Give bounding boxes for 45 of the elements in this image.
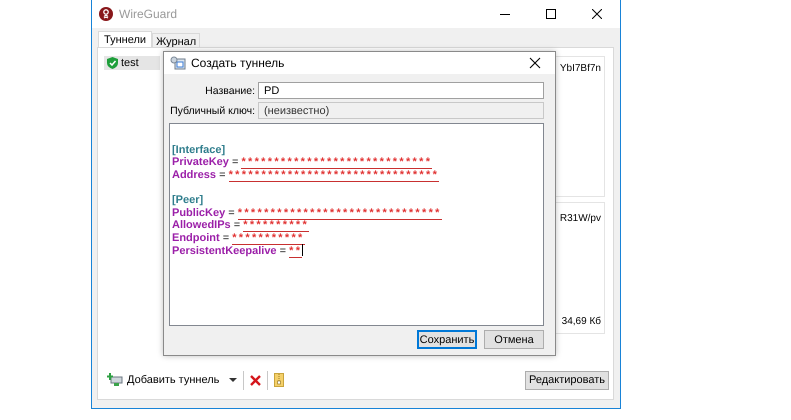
zip-file-icon[interactable] (274, 373, 284, 387)
detail-text: 34,69 Кб (562, 316, 601, 327)
equals-sign: = (219, 168, 226, 181)
config-key: Endpoint (172, 232, 220, 244)
equals-sign: = (280, 245, 286, 258)
config-value: ********** (243, 219, 310, 232)
delete-icon[interactable] (250, 374, 262, 386)
app-logo-icon (99, 7, 113, 21)
config-value: ***************************** (241, 156, 432, 170)
name-field[interactable]: PD (258, 82, 544, 99)
field-label: Публичный ключ: (169, 104, 256, 116)
window-title: WireGuard (119, 7, 178, 21)
config-section: [Interface] (172, 144, 226, 156)
text-cursor (302, 244, 304, 256)
equals-sign: = (234, 219, 240, 232)
tunnel-item[interactable]: test (104, 56, 160, 70)
key-field[interactable]: (неизвестно) (258, 102, 544, 119)
config-key: AllowedIPs (172, 219, 231, 232)
config-key: PrivateKey (172, 156, 229, 168)
save-button[interactable]: Сохранить (417, 330, 477, 349)
add-tunnel-button[interactable]: Добавить туннель (107, 373, 220, 387)
config-key: PersistentKeepalive (172, 245, 277, 258)
close-icon[interactable] (529, 57, 541, 69)
dropdown-caret-icon[interactable] (229, 378, 238, 382)
field-label: Название: (204, 84, 256, 96)
equals-sign: = (222, 232, 230, 244)
maximize-icon[interactable] (546, 9, 556, 19)
config-value: *********** (232, 232, 305, 245)
config-value: ******************************** (228, 168, 440, 182)
close-icon[interactable] (592, 9, 602, 19)
cancel-button[interactable]: Отмена (484, 330, 544, 349)
tunnel-icon (170, 56, 186, 70)
equals-sign: = (228, 206, 235, 219)
config-value: ******************************* (238, 206, 442, 220)
config-key: Address (172, 168, 216, 181)
equals-sign: = (232, 156, 238, 168)
detail-text: R31W/pv (560, 213, 601, 224)
detail-text: YbI7Bf7n (560, 63, 601, 74)
edit-button[interactable]: Редактировать (525, 370, 609, 390)
add-computer-icon (107, 373, 123, 387)
tab[interactable]: Туннели (98, 31, 152, 48)
tunnel-name: test (121, 57, 139, 69)
config-key: PublicKey (172, 206, 226, 219)
config-section: [Peer] (172, 194, 204, 206)
dialog-title: Создать туннель (191, 56, 286, 70)
